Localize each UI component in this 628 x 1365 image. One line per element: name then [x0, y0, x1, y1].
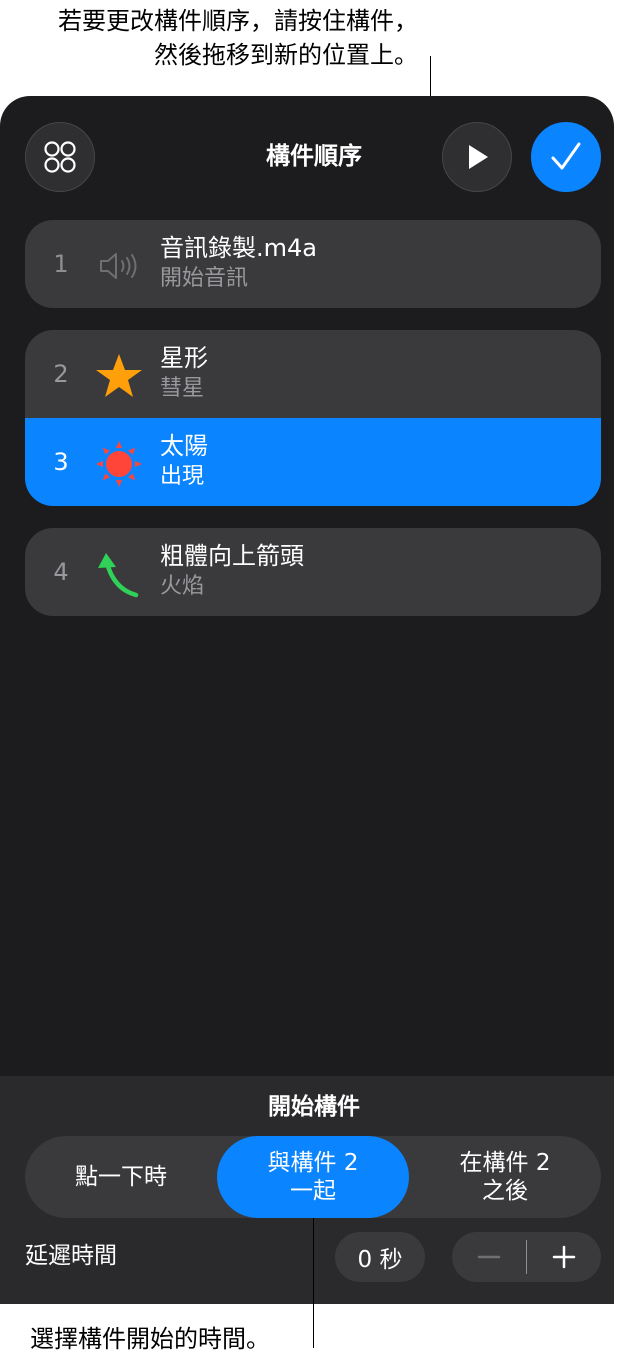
build-number: 3	[53, 448, 69, 476]
build-title: 粗體向上箭頭	[160, 542, 304, 570]
segment-on-tap[interactable]: 點一下時	[25, 1136, 217, 1218]
delay-label: 延遲時間	[25, 1243, 117, 1269]
sun-icon	[96, 441, 142, 487]
callout-reorder: 若要更改構件順序，請按住構件， 然後拖移到新的位置上。	[10, 4, 418, 72]
build-title: 太陽	[160, 432, 208, 460]
delay-value-field[interactable]: 0 秒	[335, 1232, 425, 1282]
build-number: 1	[53, 250, 69, 278]
minus-icon	[477, 1255, 501, 1259]
delay-stepper	[452, 1232, 601, 1282]
segment-label-line2: 一起	[290, 1178, 336, 1204]
build-effect: 開始音訊	[160, 266, 249, 291]
speaker-icon	[100, 253, 137, 279]
build-number: 2	[53, 360, 69, 388]
star-icon	[96, 354, 142, 397]
done-button[interactable]	[531, 122, 601, 192]
build-row-3[interactable]: 3 太陽 出現	[25, 418, 601, 506]
segment-label: 在構件 2	[459, 1150, 551, 1176]
start-build-section: 開始構件 點一下時 與構件 2 一起 在構件 2 之後 延遲時間 0 秒	[0, 1076, 614, 1304]
build-effect: 彗星	[160, 376, 205, 401]
start-build-title: 開始構件	[268, 1094, 360, 1120]
segment-with-build[interactable]: 與構件 2 一起	[217, 1136, 409, 1218]
segment-label: 點一下時	[75, 1164, 167, 1190]
decrease-delay-button[interactable]	[452, 1232, 526, 1282]
segment-after-build[interactable]: 在構件 2 之後	[409, 1136, 601, 1218]
start-build-segmented-control: 點一下時 與構件 2 一起 在構件 2 之後	[25, 1136, 601, 1218]
segment-label-line2: 之後	[482, 1178, 528, 1204]
curved-arrow-icon	[98, 553, 139, 598]
build-title: 星形	[160, 344, 208, 372]
build-effect: 出現	[160, 464, 205, 489]
build-effect: 火焰	[160, 574, 205, 599]
build-number: 4	[53, 558, 69, 586]
callout-leader-bottom	[313, 1218, 314, 1348]
build-row-2[interactable]: 2 星形 彗星	[25, 330, 601, 418]
play-button[interactable]	[442, 122, 512, 192]
checkmark-icon	[551, 142, 581, 170]
increase-delay-button[interactable]	[527, 1232, 601, 1282]
build-title: 音訊錄製.m4a	[160, 234, 317, 262]
play-icon	[469, 145, 488, 169]
build-order-panel: 構件順序 1 音訊錄製.m4a 開始音訊 2 星形 彗星 3 太陽 出現 4 粗…	[0, 96, 614, 1304]
panel-title: 構件順序	[266, 142, 362, 170]
build-row-4[interactable]: 4 粗體向上箭頭 火焰	[25, 528, 601, 616]
callout-reorder-line2: 然後拖移到新的位置上。	[154, 41, 418, 69]
callout-reorder-line1: 若要更改構件順序，請按住構件，	[58, 7, 418, 35]
callout-start-time: 選擇構件開始的時間。	[30, 1325, 270, 1353]
plus-icon	[552, 1245, 576, 1269]
build-row-1[interactable]: 1 音訊錄製.m4a 開始音訊	[25, 220, 601, 308]
segment-label: 與構件 2	[267, 1150, 359, 1176]
